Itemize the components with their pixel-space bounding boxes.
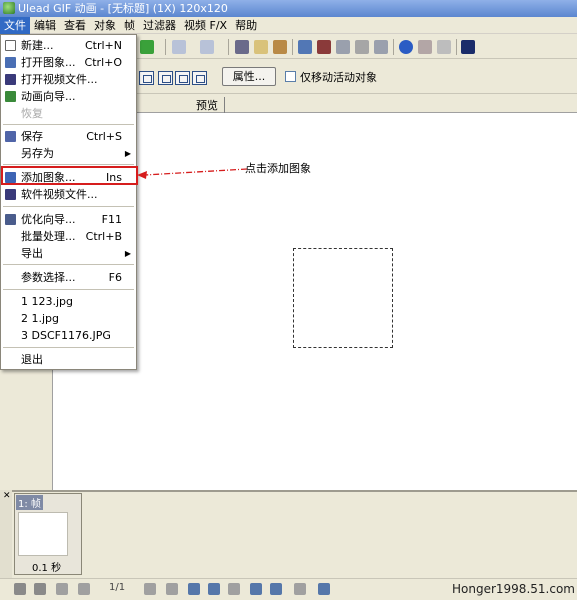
copy-icon[interactable]	[254, 40, 268, 54]
menu-item-batch[interactable]: 批量处理... Ctrl+B	[1, 228, 136, 245]
open-image-icon	[5, 57, 16, 68]
menu-frame[interactable]: 帧	[120, 17, 139, 34]
next-frame-icon[interactable]	[144, 583, 156, 595]
new-file-icon	[5, 40, 16, 51]
delete-frame-icon[interactable]	[228, 583, 240, 595]
menu-separator	[3, 206, 134, 207]
optimize-icon[interactable]	[418, 40, 432, 54]
frame-delay: 0.1 秒	[32, 563, 62, 574]
menu-item-restore[interactable]: 恢复	[1, 105, 136, 122]
menu-item-recent-3[interactable]: 3 DSCF1176.JPG	[1, 327, 136, 344]
watermark: Honger1998.51.com	[452, 582, 575, 596]
properties-button[interactable]: 属性...	[222, 67, 276, 86]
first-frame-icon[interactable]	[56, 583, 68, 595]
delete-icon[interactable]	[355, 40, 369, 54]
tween-icon[interactable]	[250, 583, 262, 595]
video-file-icon	[5, 189, 16, 200]
align-right-icon[interactable]	[192, 71, 207, 85]
help-pointer-icon[interactable]	[461, 40, 475, 54]
paste-icon[interactable]	[273, 40, 287, 54]
menu-item-animation-wizard[interactable]: 动画向导...	[1, 88, 136, 105]
undo-icon[interactable]	[172, 40, 186, 54]
annotation-text: 点击添加图象	[245, 162, 311, 175]
menu-item-recent-1[interactable]: 1 123.jpg	[1, 293, 136, 310]
menu-item-open-image[interactable]: 打开图象... Ctrl+O	[1, 54, 136, 71]
move-active-only-checkbox[interactable]	[285, 71, 296, 82]
wizard-icon	[5, 91, 16, 102]
frame-panel	[0, 490, 577, 578]
settings-icon[interactable]	[437, 40, 451, 54]
frame-label: 1: 帧	[16, 495, 43, 510]
image-canvas[interactable]	[293, 248, 393, 348]
duplicate-frame-icon[interactable]	[208, 583, 220, 595]
stop-icon[interactable]	[34, 583, 46, 595]
menu-view[interactable]: 查看	[60, 17, 90, 34]
frame-panel-handle[interactable]	[0, 490, 12, 578]
close-icon[interactable]: ✕	[3, 491, 11, 501]
frame-thumbnail-image	[18, 512, 68, 556]
cut-icon[interactable]	[235, 40, 249, 54]
menu-separator	[3, 347, 134, 348]
toolbar-separator	[456, 39, 457, 55]
menu-item-recent-2[interactable]: 2 1.jpg	[1, 310, 136, 327]
redo-icon[interactable]	[200, 40, 214, 54]
menu-item-open-video[interactable]: 打开视频文件...	[1, 71, 136, 88]
toolbar-separator	[228, 39, 229, 55]
paint-icon[interactable]	[140, 40, 154, 54]
menu-item-new[interactable]: 新建... Ctrl+N	[1, 37, 136, 54]
play-icon[interactable]	[14, 583, 26, 595]
app-icon	[3, 2, 15, 14]
menu-edit[interactable]: 编辑	[30, 17, 60, 34]
file-menu-dropdown: 新建... Ctrl+N 打开图象... Ctrl+O 打开视频文件... 动画…	[0, 34, 137, 370]
reverse-frame-icon[interactable]	[294, 583, 306, 595]
save-icon	[5, 131, 16, 142]
frame-counter: 1/1	[109, 582, 126, 593]
menu-help[interactable]: 帮助	[231, 17, 261, 34]
open-video-icon	[5, 74, 16, 85]
menu-item-preferences[interactable]: 参数选择... F6	[1, 269, 136, 286]
menu-video-fx[interactable]: 视频 F/X	[180, 17, 231, 34]
browser-preview-icon[interactable]	[399, 40, 413, 54]
toolbar-separator	[292, 39, 293, 55]
menu-file[interactable]: 文件	[0, 17, 30, 34]
text-frame-icon[interactable]	[270, 583, 282, 595]
submenu-arrow-icon: ▶	[124, 149, 131, 158]
menu-item-export[interactable]: 导出 ▶	[1, 245, 136, 262]
frame-duplicate-icon[interactable]	[336, 40, 350, 54]
move-active-only-label: 仅移动活动对象	[300, 71, 377, 84]
add-image-highlight-box	[1, 166, 138, 185]
menu-separator	[3, 164, 134, 165]
menu-bar: 文件 编辑 查看 对象帧过滤器 视频 F/X 帮助	[0, 17, 577, 34]
align-center-icon[interactable]	[158, 71, 173, 85]
menu-filter[interactable]: 过滤器	[139, 17, 180, 34]
menu-separator	[3, 264, 134, 265]
add-frame-icon[interactable]	[188, 583, 200, 595]
toolbar-separator	[393, 39, 394, 55]
last-frame-icon[interactable]	[166, 583, 178, 595]
optimize-wizard-icon	[5, 214, 16, 225]
toolbar-separator	[165, 39, 166, 55]
menu-item-optimize-wizard[interactable]: 优化向导... F11	[1, 211, 136, 228]
frame-add-icon[interactable]	[298, 40, 312, 54]
menu-separator	[3, 124, 134, 125]
menu-item-save-as[interactable]: 另存为 ▶	[1, 145, 136, 162]
menu-object[interactable]: 对象	[90, 17, 120, 34]
window-title: Ulead GIF 动画 - [无标题] (1X) 120x120	[18, 2, 228, 15]
align-left-icon[interactable]	[139, 71, 154, 85]
menu-item-software-video[interactable]: 软件视频文件...	[1, 186, 136, 203]
frame-properties-icon[interactable]	[318, 583, 330, 595]
annotation-arrow	[137, 168, 248, 179]
previous-frame-icon[interactable]	[78, 583, 90, 595]
tab-preview[interactable]: 预览	[190, 97, 225, 113]
submenu-arrow-icon: ▶	[124, 249, 131, 258]
frame-properties-icon[interactable]	[317, 40, 331, 54]
title-bar: Ulead GIF 动画 - [无标题] (1X) 120x120	[0, 0, 577, 17]
tool-icon[interactable]	[374, 40, 388, 54]
menu-separator	[3, 289, 134, 290]
align-middle-icon[interactable]	[175, 71, 190, 85]
menu-item-save[interactable]: 保存 Ctrl+S	[1, 128, 136, 145]
menu-item-exit[interactable]: 退出	[1, 351, 136, 368]
